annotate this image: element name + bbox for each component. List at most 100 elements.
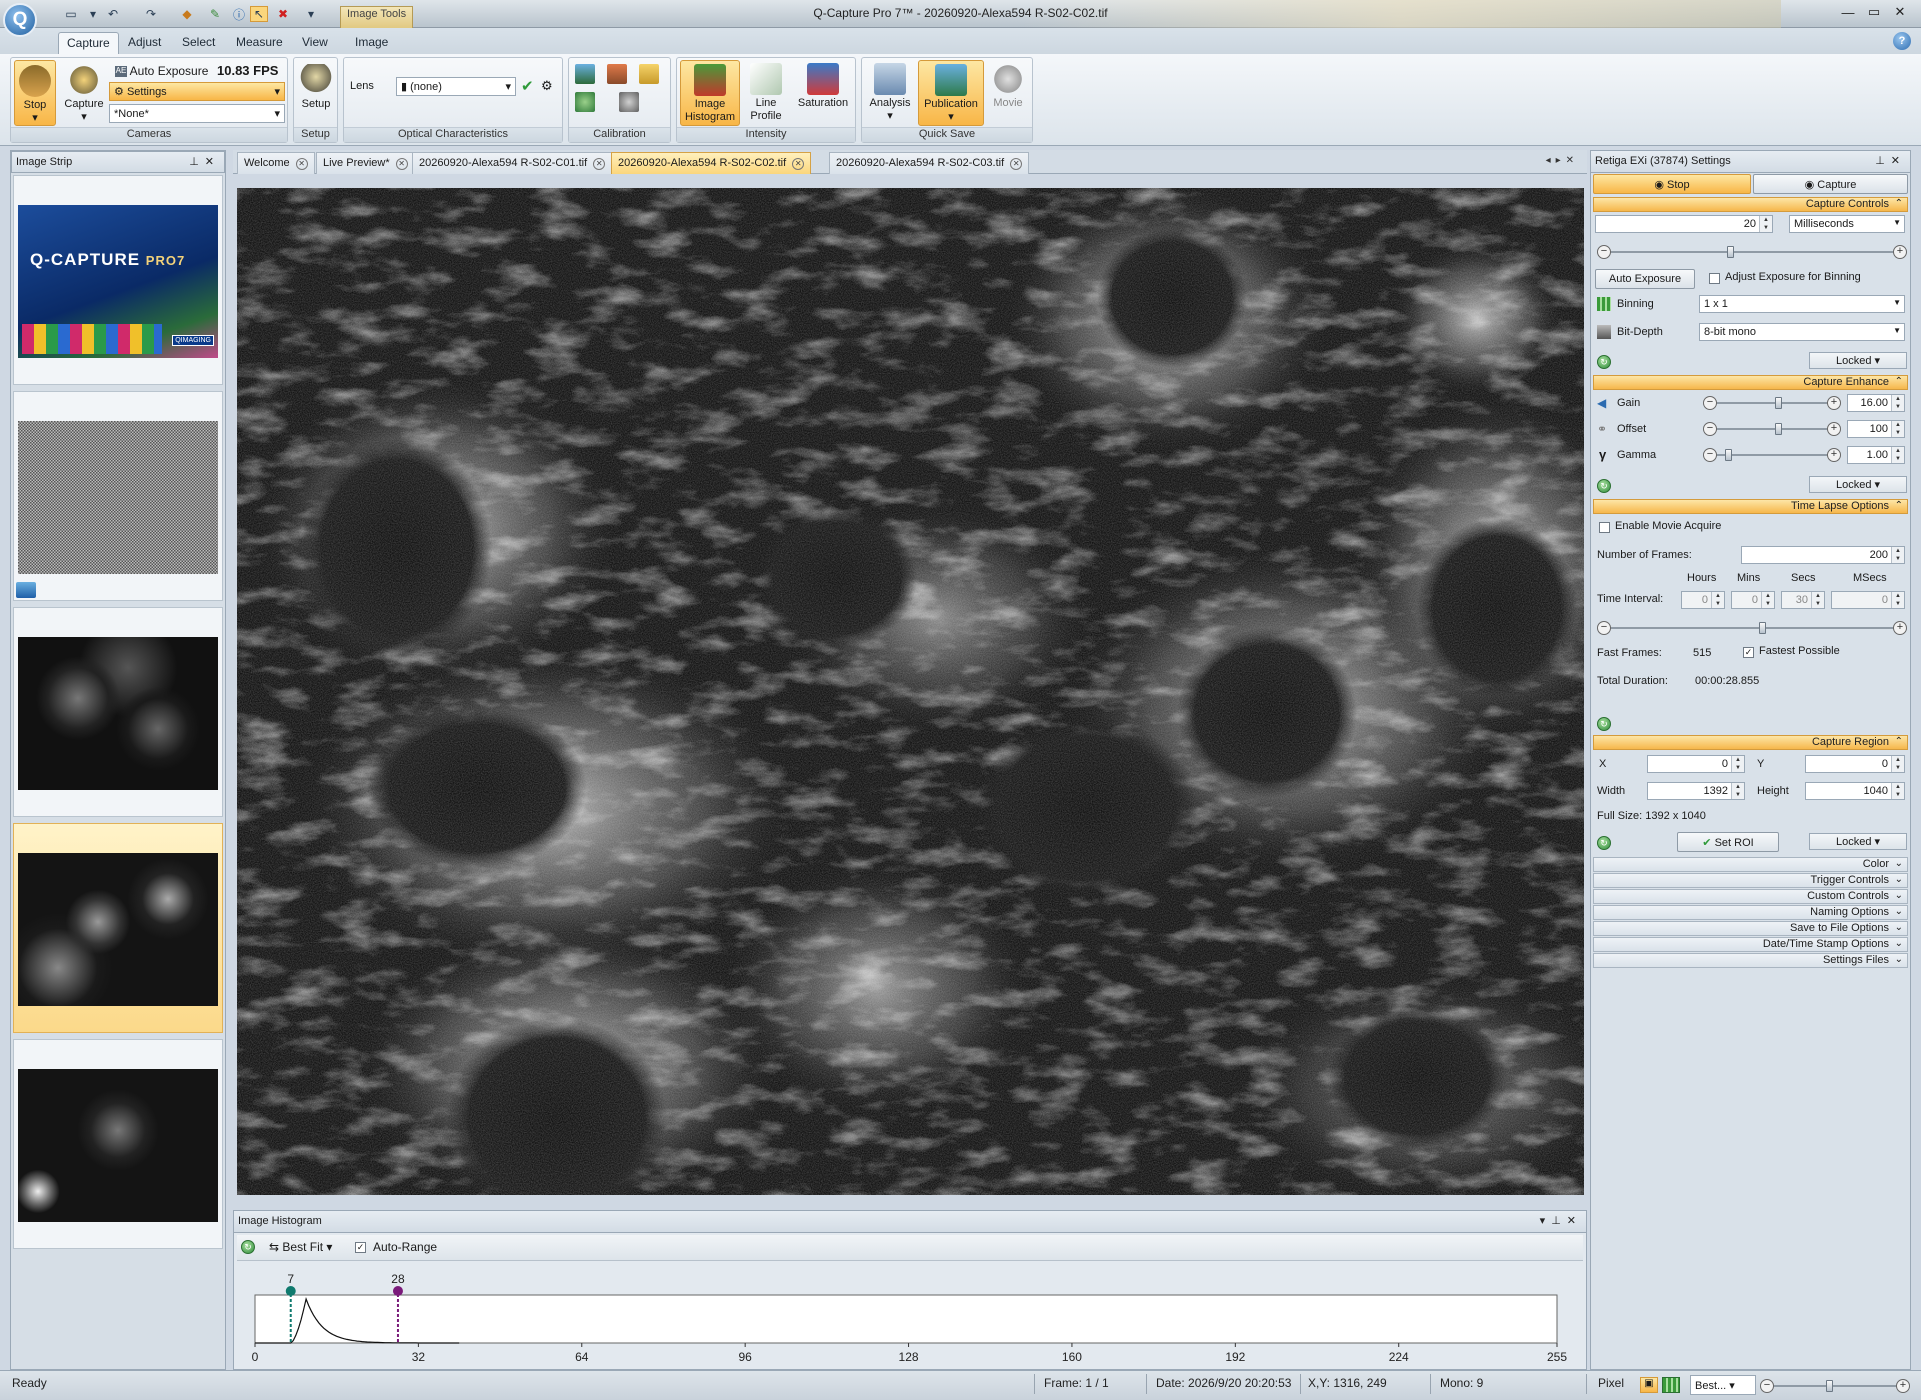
gamma-slider-thumb[interactable]: [1725, 449, 1732, 461]
region-width-input[interactable]: 1392 ▲ ▼: [1647, 782, 1745, 800]
analysis-button[interactable]: Analysis ▾: [865, 60, 915, 126]
interval-hours-input[interactable]: 0 ▲ ▼: [1681, 591, 1725, 609]
capture-button[interactable]: Capture ▾: [61, 60, 107, 126]
gain-slider[interactable]: − +: [1703, 396, 1841, 410]
frames-input[interactable]: 200 ▲ ▼: [1741, 546, 1905, 564]
grid-view-icon[interactable]: [1662, 1377, 1680, 1393]
setup-button[interactable]: Setup: [297, 60, 335, 120]
calibrate-image-icon[interactable]: [575, 64, 595, 84]
calibrate-ruler-icon[interactable]: [607, 64, 627, 84]
section-custom-controls[interactable]: Custom Controls ⌄: [1593, 889, 1908, 904]
thumbnail-c01[interactable]: [13, 607, 223, 817]
doc-tab-welcome[interactable]: Welcome ✕: [237, 152, 315, 174]
movie-button[interactable]: Movie: [986, 60, 1030, 126]
stop-button[interactable]: Stop ▾: [14, 60, 56, 126]
close-tab-icon[interactable]: ✕: [295, 158, 308, 170]
image-histogram-button[interactable]: Image Histogram: [680, 60, 740, 126]
minimize-button[interactable]: —: [1836, 2, 1860, 22]
settings-dropdown[interactable]: ⚙ Settings ▾: [109, 82, 285, 101]
best-fit-dropdown[interactable]: ⇆ Best Fit ▾: [269, 1240, 332, 1254]
calibrate-camera-icon[interactable]: [619, 92, 639, 112]
thumbnail-splash[interactable]: Q-CAPTURE PRO7 QIMAGING: [13, 175, 223, 385]
binning-dropdown[interactable]: 1 x 1 ▼: [1699, 295, 1905, 313]
histogram-chart[interactable]: 7 28 0 32 64 96 128 160 192 224 255: [237, 1263, 1577, 1369]
section-datetime-stamp[interactable]: Date/Time Stamp Options ⌄: [1593, 937, 1908, 952]
close-tab-icon[interactable]: ✕: [395, 158, 408, 170]
lens-settings-icon[interactable]: ⚙: [541, 78, 553, 94]
histogram-header-buttons[interactable]: ▾⊥✕: [1540, 1214, 1582, 1227]
settings-header-buttons[interactable]: ⊥✕: [1875, 154, 1906, 167]
close-tab-icon[interactable]: ✕: [1010, 158, 1023, 170]
section-naming-options[interactable]: Naming Options ⌄: [1593, 905, 1908, 920]
interval-mins-input[interactable]: 0 ▲ ▼: [1731, 591, 1775, 609]
enable-movie-checkbox[interactable]: [1599, 522, 1610, 533]
doc-tab-c03[interactable]: 20260920-Alexa594 R-S02-C03.tif ✕: [829, 152, 1030, 174]
exposure-unit-dropdown[interactable]: Milliseconds ▼: [1789, 215, 1905, 233]
tab-capture[interactable]: Capture: [58, 32, 119, 54]
interval-secs-input[interactable]: 30 ▲ ▼: [1781, 591, 1825, 609]
capture-region-locked-dropdown[interactable]: Locked ▾: [1809, 833, 1907, 850]
help-icon[interactable]: ?: [1893, 32, 1911, 50]
high-threshold-handle[interactable]: [392, 1286, 403, 1296]
auto-exposure-settings-button[interactable]: Auto Exposure: [1595, 269, 1695, 289]
close-tab-icon[interactable]: ✕: [593, 158, 606, 170]
capture-region-refresh-icon[interactable]: ↻: [1597, 836, 1611, 850]
gain-slider-thumb[interactable]: [1775, 397, 1782, 409]
thumbnail-live-preview[interactable]: [13, 391, 223, 601]
tab-adjust[interactable]: Adjust: [120, 32, 169, 54]
section-settings-files[interactable]: Settings Files ⌄: [1593, 953, 1908, 968]
thumbnail-c03[interactable]: [13, 1039, 223, 1249]
gamma-input[interactable]: 1.00 ▲ ▼: [1847, 446, 1905, 464]
publication-button[interactable]: Publication ▾: [918, 60, 984, 126]
zoom-slider-thumb[interactable]: [1826, 1380, 1833, 1392]
offset-input[interactable]: 100 ▲ ▼: [1847, 420, 1905, 438]
image-strip-header-buttons[interactable]: ⊥✕: [189, 155, 220, 168]
calibrate-scale-icon[interactable]: [639, 64, 659, 84]
capture-controls-locked-dropdown[interactable]: Locked ▾: [1809, 352, 1907, 369]
interval-msecs-input[interactable]: 0 ▲ ▼: [1831, 591, 1905, 609]
calibrate-refresh-icon[interactable]: [575, 92, 595, 112]
region-x-input[interactable]: 0 ▲ ▼: [1647, 755, 1745, 773]
capture-enhance-refresh-icon[interactable]: ↻: [1597, 479, 1611, 493]
fit-view-icon[interactable]: ▣: [1640, 1377, 1658, 1393]
time-lapse-header[interactable]: Time Lapse Options ⌃: [1593, 499, 1908, 514]
histogram-refresh-icon[interactable]: ↻: [241, 1240, 255, 1254]
preset-dropdown[interactable]: *None* ▾: [109, 104, 285, 123]
settings-stop-button[interactable]: ◉ Stop: [1593, 174, 1751, 194]
offset-slider[interactable]: − +: [1703, 422, 1841, 436]
image-viewer[interactable]: [237, 188, 1584, 1195]
capture-controls-header[interactable]: Capture Controls ⌃: [1593, 197, 1908, 212]
exposure-slider-thumb[interactable]: [1727, 246, 1734, 258]
tab-view[interactable]: View: [294, 32, 336, 54]
tab-select[interactable]: Select: [174, 32, 223, 54]
region-y-input[interactable]: 0 ▲ ▼: [1805, 755, 1905, 773]
doc-tab-c02[interactable]: 20260920-Alexa594 R-S02-C02.tif ✕: [611, 152, 812, 174]
bit-depth-dropdown[interactable]: 8-bit mono ▼: [1699, 323, 1905, 341]
close-window-button[interactable]: ✕: [1888, 2, 1912, 22]
line-profile-button[interactable]: Line Profile: [743, 60, 789, 126]
zoom-dropdown[interactable]: Best... ▾: [1690, 1375, 1756, 1395]
set-roi-button[interactable]: ✔ Set ROI: [1677, 832, 1779, 852]
section-color[interactable]: Color ⌄: [1593, 857, 1908, 872]
doc-tab-live-preview[interactable]: Live Preview* ✕: [316, 152, 415, 174]
capture-region-header[interactable]: Capture Region ⌃: [1593, 735, 1908, 750]
tab-measure[interactable]: Measure: [228, 32, 291, 54]
auto-exposure-button[interactable]: AE Auto Exposure: [115, 64, 208, 78]
maximize-button[interactable]: ▭: [1862, 2, 1886, 22]
tab-image[interactable]: Image: [347, 32, 396, 54]
capture-enhance-locked-dropdown[interactable]: Locked ▾: [1809, 476, 1907, 493]
interval-slider[interactable]: − +: [1597, 621, 1907, 635]
doc-tab-c01[interactable]: 20260920-Alexa594 R-S02-C01.tif ✕: [412, 152, 613, 174]
app-menu-button[interactable]: Q: [3, 3, 37, 37]
gain-input[interactable]: 16.00 ▲ ▼: [1847, 394, 1905, 412]
settings-capture-button[interactable]: ◉ Capture: [1753, 174, 1908, 194]
adjust-binning-checkbox[interactable]: [1709, 273, 1720, 284]
gamma-slider[interactable]: − +: [1703, 448, 1841, 462]
time-lapse-refresh-icon[interactable]: ↻: [1597, 717, 1611, 731]
fastest-possible-checkbox[interactable]: ✓: [1743, 647, 1754, 658]
section-trigger-controls[interactable]: Trigger Controls ⌄: [1593, 873, 1908, 888]
exposure-input[interactable]: 20 ▲ ▼: [1595, 215, 1773, 233]
saturation-button[interactable]: Saturation: [791, 60, 855, 126]
region-height-input[interactable]: 1040 ▲ ▼: [1805, 782, 1905, 800]
capture-controls-refresh-icon[interactable]: ↻: [1597, 355, 1611, 369]
